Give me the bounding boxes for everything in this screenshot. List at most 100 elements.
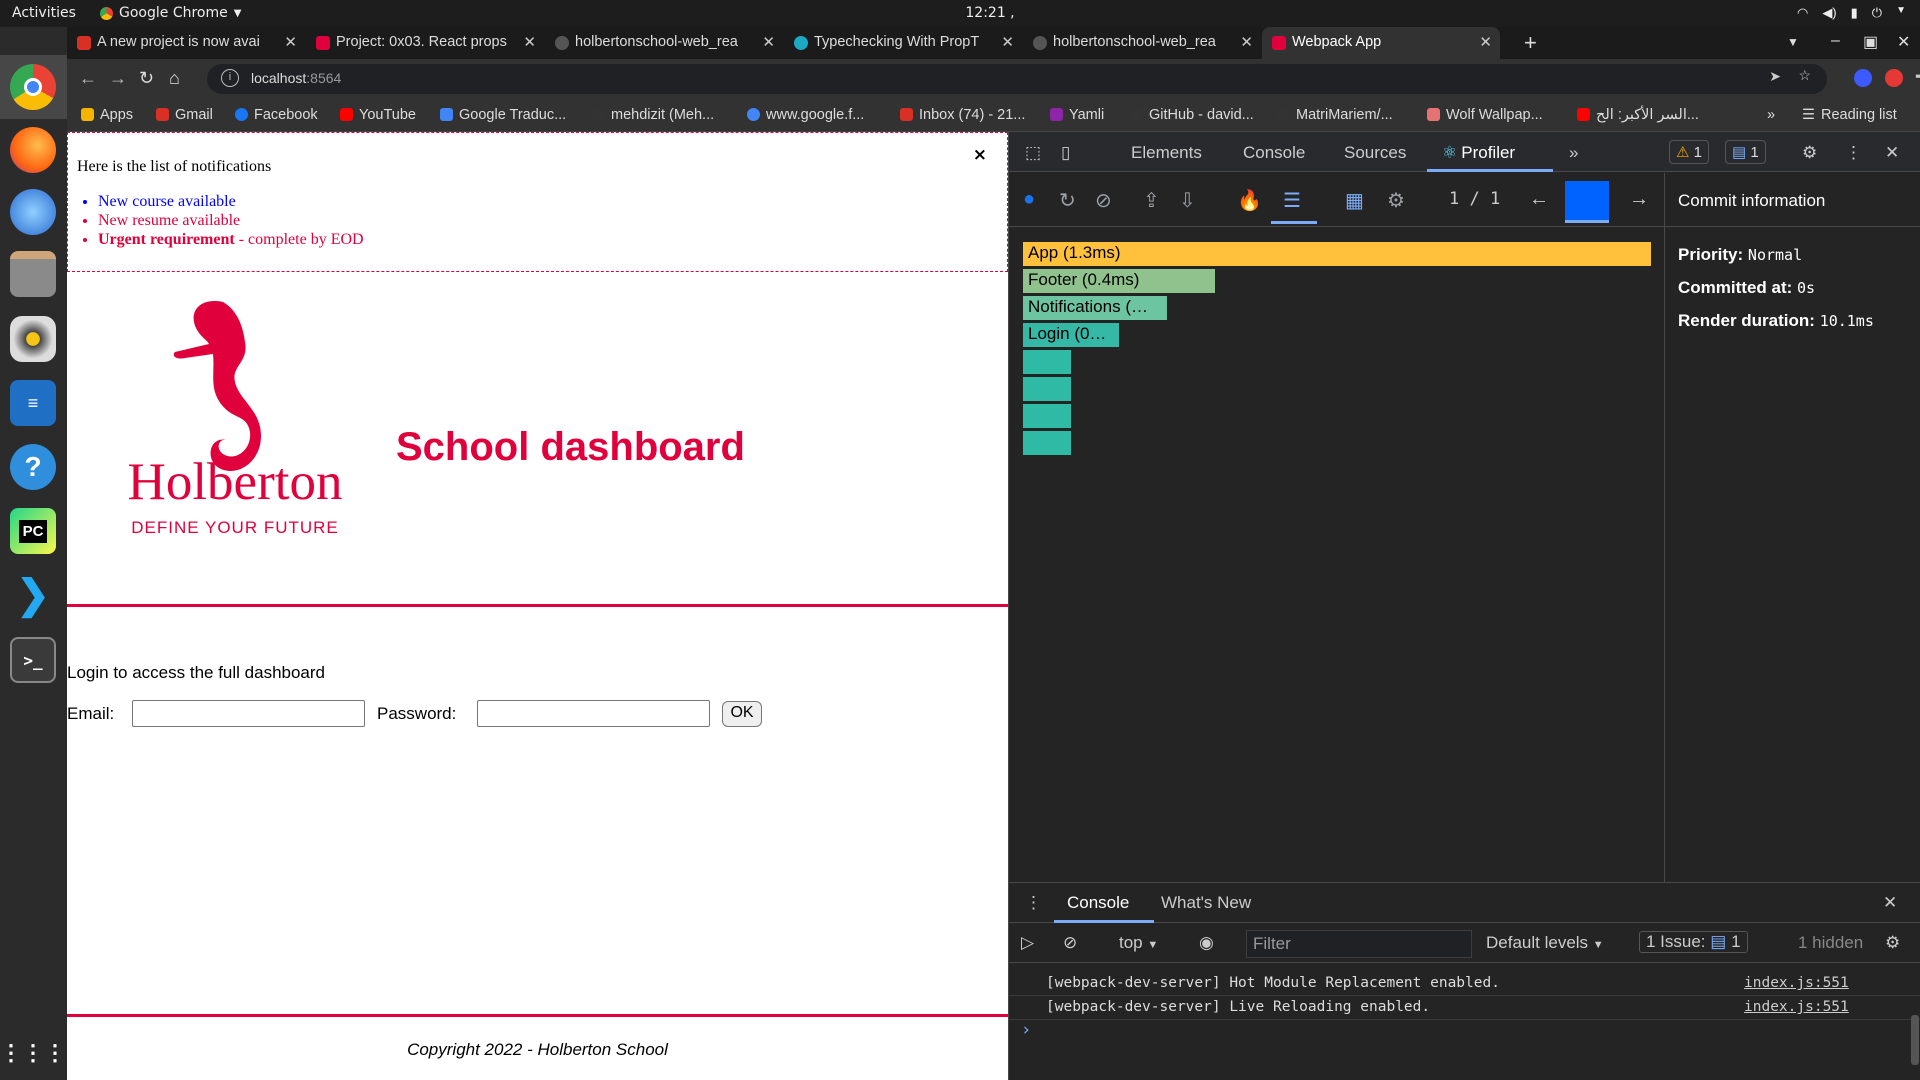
live-expression-eye-icon[interactable]: ◉: [1199, 933, 1214, 953]
minimize-window-icon[interactable]: –: [1831, 32, 1840, 50]
new-tab-button[interactable]: +: [1524, 30, 1537, 56]
settings-gear-icon[interactable]: ⚙: [1802, 143, 1817, 163]
bookmark-wolf-wallpaper[interactable]: Wolf Wallpap...: [1427, 107, 1543, 123]
flame-node-app[interactable]: App (1.3ms): [1023, 242, 1651, 266]
browser-tab[interactable]: holbertonschool-web_rea ✕: [545, 27, 783, 59]
chrome-launcher-icon[interactable]: [10, 64, 56, 110]
bookmark-gmail[interactable]: Gmail: [156, 107, 213, 123]
browser-tab[interactable]: A new project is now avai ✕: [67, 27, 305, 59]
extension-icon[interactable]: [1885, 69, 1903, 87]
drawer-tab-whats-new[interactable]: What's New: [1161, 893, 1251, 913]
activities-button[interactable]: Activities: [12, 5, 76, 21]
record-icon[interactable]: ●: [1023, 188, 1035, 211]
bookmark-youtube-arabic[interactable]: السر الأكبر: الح...: [1577, 107, 1699, 123]
bookmarks-overflow-icon[interactable]: »: [1767, 107, 1775, 123]
help-launcher-icon[interactable]: ?: [10, 444, 56, 490]
forward-icon[interactable]: →: [109, 68, 127, 89]
close-tab-icon[interactable]: ✕: [1240, 33, 1253, 51]
bookmark-mehdizit[interactable]: mehdizit (Meh...: [592, 107, 714, 123]
files-launcher-icon[interactable]: [10, 251, 56, 297]
flame-node[interactable]: [1023, 431, 1071, 455]
commit-bar[interactable]: [1565, 181, 1609, 223]
browser-tab[interactable]: Project: 0x03. React props ✕: [306, 27, 544, 59]
bookmark-matrimariem[interactable]: MatriMariem/...: [1277, 107, 1393, 123]
console-prompt[interactable]: ›: [1021, 1020, 1031, 1040]
show-apps-grid-icon[interactable]: ⋮⋮⋮: [0, 1030, 66, 1076]
clock[interactable]: 12:21 ,: [940, 5, 1040, 21]
browser-tab[interactable]: Typechecking With PropT ✕: [784, 27, 1022, 59]
close-tab-icon[interactable]: ✕: [762, 33, 775, 51]
libreoffice-writer-launcher-icon[interactable]: ≡: [10, 380, 56, 426]
browser-tab-active[interactable]: Webpack App ✕: [1262, 27, 1500, 59]
flame-node[interactable]: [1023, 377, 1071, 401]
reading-list-button[interactable]: ☰ Reading list: [1802, 107, 1897, 123]
close-devtools-icon[interactable]: ✕: [1885, 143, 1899, 163]
timeline-calendar-icon[interactable]: ▦: [1345, 188, 1364, 213]
load-profile-icon[interactable]: ⇪: [1143, 188, 1160, 213]
clear-profile-icon[interactable]: ⊘: [1095, 188, 1112, 213]
email-input[interactable]: [132, 700, 365, 727]
tab-profiler[interactable]: ⚛ Profiler: [1442, 143, 1515, 163]
address-bar[interactable]: i localhost:8564 ➤ ☆: [207, 64, 1827, 94]
extensions-puzzle-icon[interactable]: ✚: [1915, 67, 1920, 86]
ok-button[interactable]: OK: [722, 701, 762, 727]
flame-node[interactable]: [1023, 404, 1071, 428]
notification-item[interactable]: Urgent requirement - complete by EOD: [98, 230, 364, 249]
tab-console[interactable]: Console: [1243, 143, 1305, 163]
pycharm-launcher-icon[interactable]: PC: [10, 508, 56, 554]
flame-node-footer[interactable]: Footer (0.4ms): [1023, 269, 1215, 293]
bookmark-google-translate[interactable]: Google Traduc...: [440, 107, 566, 123]
flame-node[interactable]: [1023, 350, 1071, 374]
back-icon[interactable]: ←: [79, 68, 97, 89]
clear-console-icon[interactable]: ⊘: [1063, 933, 1077, 953]
sidebar-toggle-icon[interactable]: ▷: [1021, 933, 1034, 953]
flamegraph-icon[interactable]: 🔥: [1237, 188, 1262, 213]
maximize-window-icon[interactable]: ▣: [1863, 32, 1878, 52]
close-window-icon[interactable]: ✕: [1897, 32, 1910, 52]
close-notifications-button[interactable]: ×: [973, 145, 987, 165]
bookmark-facebook[interactable]: Facebook: [235, 107, 318, 123]
profiler-settings-icon[interactable]: ⚙: [1387, 188, 1405, 213]
bookmark-github[interactable]: GitHub - david...: [1130, 107, 1254, 123]
inspect-element-icon[interactable]: ⬚: [1025, 143, 1041, 163]
messages-badge[interactable]: ▤ 1: [1725, 140, 1766, 164]
close-drawer-icon[interactable]: ✕: [1883, 893, 1897, 913]
console-log-source-link[interactable]: index.js:551: [1744, 999, 1849, 1015]
bookmark-yamli[interactable]: Yamli: [1050, 107, 1104, 123]
flame-node-login[interactable]: Login (0…: [1023, 323, 1119, 347]
reload-icon[interactable]: ↻: [139, 68, 154, 89]
browser-tab[interactable]: holbertonschool-web_rea ✕: [1023, 27, 1261, 59]
next-commit-icon[interactable]: →: [1629, 188, 1649, 211]
more-tabs-icon[interactable]: »: [1569, 143, 1578, 163]
bookmark-inbox[interactable]: Inbox (74) - 21...: [900, 107, 1025, 123]
ranked-chart-icon[interactable]: ☰: [1283, 188, 1301, 213]
send-tab-icon[interactable]: ➤: [1769, 68, 1781, 85]
flame-node-notifications[interactable]: Notifications (…: [1023, 296, 1167, 320]
tab-elements[interactable]: Elements: [1131, 143, 1202, 163]
warnings-badge[interactable]: ⚠ 1: [1669, 140, 1709, 164]
bookmark-google[interactable]: www.google.f...: [747, 107, 864, 123]
bookmark-youtube[interactable]: YouTube: [340, 107, 416, 123]
thunderbird-launcher-icon[interactable]: [10, 189, 56, 235]
previous-commit-icon[interactable]: ←: [1529, 188, 1549, 211]
bookmark-apps[interactable]: Apps: [81, 107, 133, 123]
console-scrollbar[interactable]: [1911, 1015, 1919, 1065]
close-tab-icon[interactable]: ✕: [1479, 33, 1492, 51]
console-log-source-link[interactable]: index.js:551: [1744, 975, 1849, 991]
site-info-icon[interactable]: i: [221, 69, 239, 87]
system-tray[interactable]: ◠ ◀) ▮ ⏻ ▼: [1797, 5, 1906, 21]
tab-search-icon[interactable]: ▼: [1787, 35, 1799, 49]
more-options-icon[interactable]: ⋮: [1845, 143, 1862, 163]
close-tab-icon[interactable]: ✕: [284, 33, 297, 51]
password-input[interactable]: [477, 700, 710, 727]
console-filter-input[interactable]: Filter: [1246, 930, 1472, 958]
log-levels-dropdown[interactable]: Default levels ▼: [1486, 933, 1604, 953]
device-toolbar-icon[interactable]: ▯: [1061, 143, 1070, 163]
extension-icon[interactable]: [1854, 69, 1872, 87]
notification-item[interactable]: New course available: [98, 192, 364, 211]
close-tab-icon[interactable]: ✕: [523, 33, 536, 51]
save-profile-icon[interactable]: ⇩: [1179, 188, 1196, 213]
issues-button[interactable]: 1 Issue: ▤ 1: [1639, 931, 1748, 953]
drawer-menu-icon[interactable]: ⋮: [1025, 893, 1042, 913]
app-menu[interactable]: Google Chrome ▼: [100, 5, 241, 21]
